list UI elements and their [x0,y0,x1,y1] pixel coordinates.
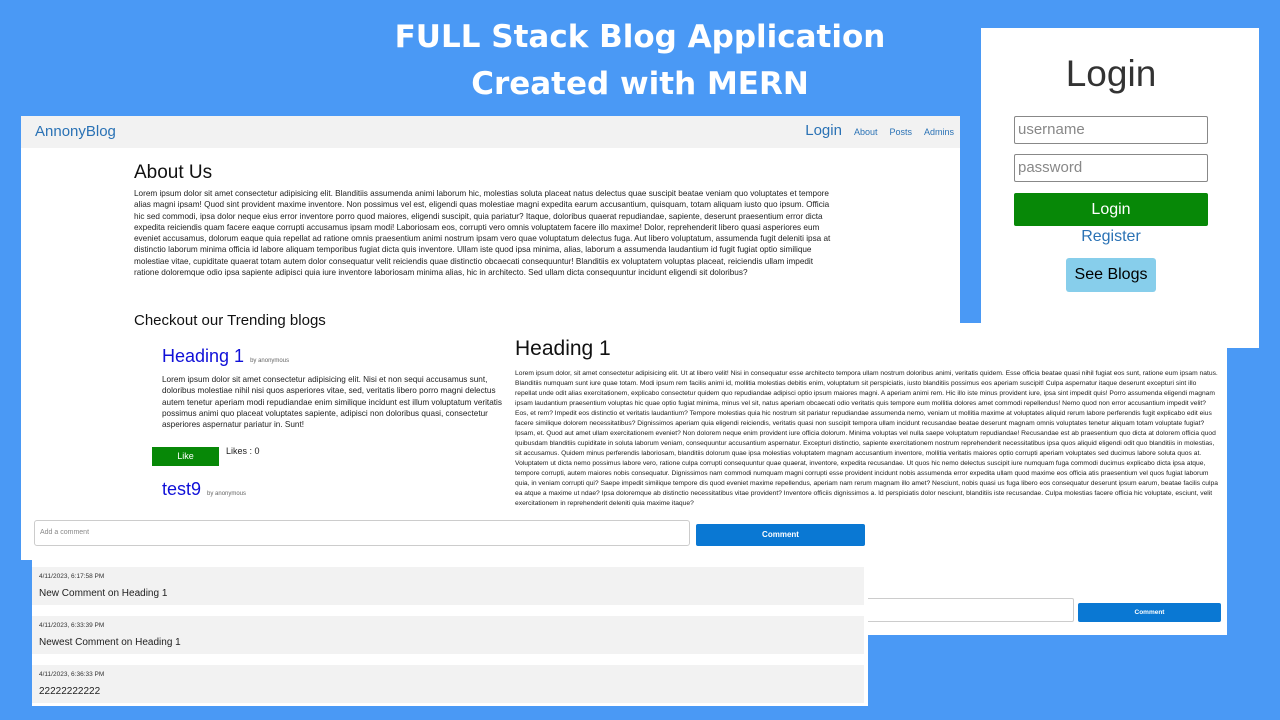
blog-card-2-heading: test9 by anonymous [162,479,246,500]
about-title: About Us [134,162,213,183]
promo-line-2: Created with MERN [471,66,809,102]
navbar: AnnonyBlog Login About Posts Admins [21,116,960,148]
comment-item: 4/11/2023, 6:17:58 PM New Comment on Hea… [32,567,864,605]
comment-input[interactable]: Add a comment [34,520,690,546]
blog-card-author: by anonymous [250,358,290,364]
blog-card-2-title-link[interactable]: test9 [162,479,201,499]
nav-links: Login About Posts Admins [805,122,954,139]
comment-timestamp: 4/11/2023, 6:33:39 PM [39,622,105,629]
comment-timestamp: 4/11/2023, 6:36:33 PM [39,671,105,678]
comments-window: Add a comment Comment 4/11/2023, 6:17:58… [32,515,868,706]
nav-admins-link[interactable]: Admins [924,127,954,137]
blog-card-2-author: by anonymous [207,491,247,497]
register-link[interactable]: Register [981,228,1241,246]
comment-text: 22222222222 [39,686,101,697]
nav-about-link[interactable]: About [854,127,878,137]
blog-card-heading: Heading 1 by anonymous [162,346,289,367]
comment-text: Newest Comment on Heading 1 [39,637,181,648]
like-button[interactable]: Like [152,447,219,466]
likes-count: Likes : 0 [226,446,260,456]
comment-button[interactable]: Comment [696,524,865,546]
password-input[interactable]: password [1014,154,1208,182]
comment-text: New Comment on Heading 1 [39,588,168,599]
post-comment-button[interactable]: Comment [1078,603,1221,622]
about-text: Lorem ipsum dolor sit amet consectetur a… [134,189,831,278]
post-comment-input[interactable] [846,598,1074,622]
brand-link[interactable]: AnnonyBlog [35,123,116,140]
promo-heading: FULL Stack Blog Application Created with… [300,14,980,108]
post-title: Heading 1 [515,337,611,360]
see-blogs-button[interactable]: See Blogs [1066,258,1156,292]
comment-item: 4/11/2023, 6:36:33 PM 22222222222 [32,665,864,703]
login-button[interactable]: Login [1014,193,1208,226]
nav-login-link[interactable]: Login [805,122,842,139]
blog-card-text: Lorem ipsum dolor sit amet consectetur a… [162,375,502,430]
nav-posts-link[interactable]: Posts [889,127,912,137]
trending-title: Checkout our Trending blogs [134,312,326,329]
comment-item: 4/11/2023, 6:33:39 PM Newest Comment on … [32,616,864,654]
login-window: Login username password Login Register S… [981,28,1259,348]
promo-line-1: FULL Stack Blog Application [394,19,886,55]
blog-card-title-link[interactable]: Heading 1 [162,346,244,366]
login-title: Login [1065,53,1157,94]
username-input[interactable]: username [1014,116,1208,144]
comment-timestamp: 4/11/2023, 6:17:58 PM [39,573,105,580]
